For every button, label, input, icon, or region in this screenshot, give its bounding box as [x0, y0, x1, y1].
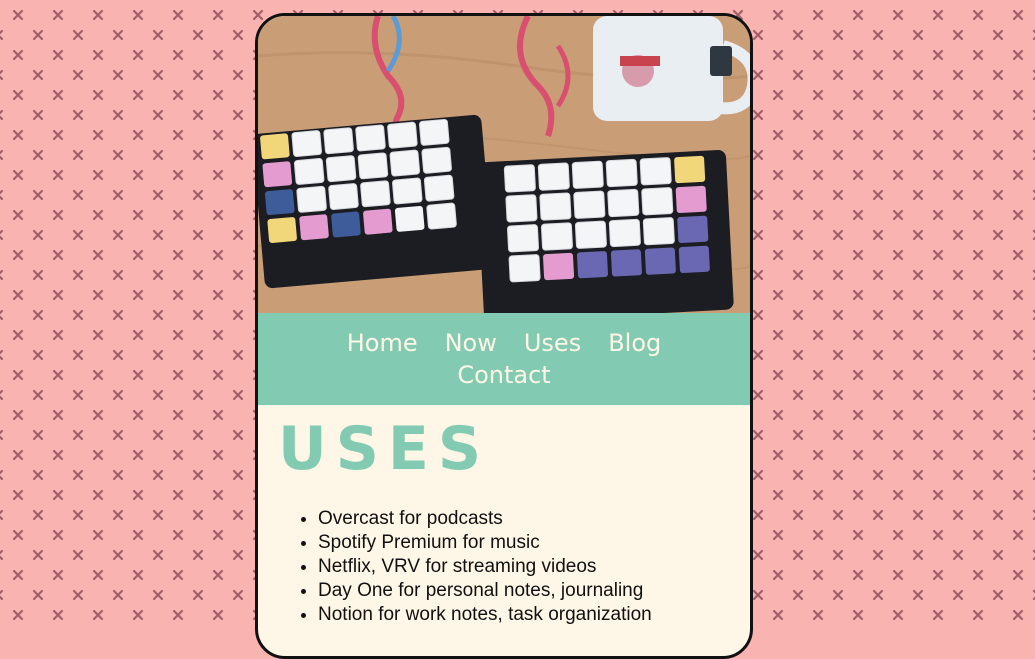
nav-link-contact[interactable]: Contact: [457, 359, 550, 391]
nav-link-now[interactable]: Now: [445, 327, 497, 359]
list-item: Day One for personal notes, journaling: [318, 579, 730, 603]
list-item: Overcast for podcasts: [318, 507, 730, 531]
nav-link-uses[interactable]: Uses: [524, 327, 581, 359]
list-item: Notion for work notes, task organization: [318, 603, 730, 627]
nav-link-home[interactable]: Home: [347, 327, 418, 359]
nav-row-primary: Home Now Uses Blog: [258, 327, 750, 359]
uses-list: Overcast for podcasts Spotify Premium fo…: [278, 507, 730, 627]
nav-row-secondary: Contact: [258, 359, 750, 391]
page-title: USES: [278, 414, 491, 484]
list-item: Spotify Premium for music: [318, 531, 730, 555]
list-item: Netflix, VRV for streaming videos: [318, 555, 730, 579]
main-content: USES Overcast for podcasts Spotify Premi…: [258, 405, 750, 627]
main-nav: Home Now Uses Blog Contact: [258, 313, 750, 405]
keyboard-photo: [258, 16, 750, 313]
content-card: Home Now Uses Blog Contact USES Overcast…: [255, 13, 753, 659]
nav-link-blog[interactable]: Blog: [608, 327, 661, 359]
